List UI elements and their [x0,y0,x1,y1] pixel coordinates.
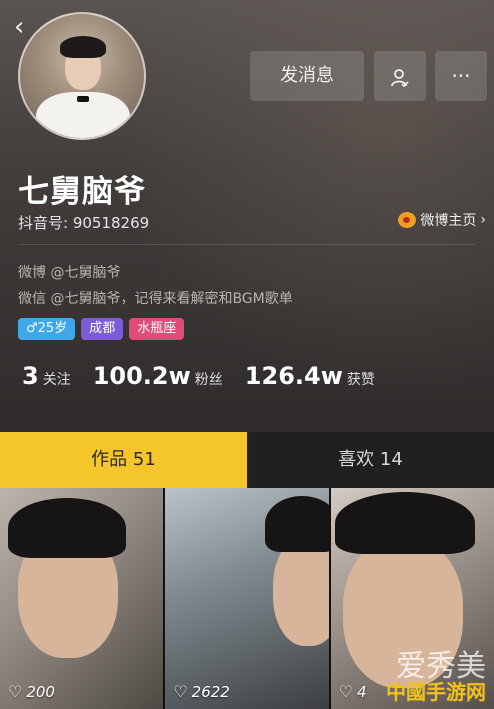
tag-age: ♂25岁 [18,318,76,340]
content-tabs: 作品 51 喜欢 14 [0,432,494,488]
weibo-link-label: 微博主页 [420,213,477,229]
divider [18,244,476,245]
video-grid: ♡ 200 ♡ 2622 ♡ 4 爱秀美 中國手游网 [0,488,494,709]
profile-tags: ♂25岁 成都 水瓶座 [18,318,185,340]
tab-works[interactable]: 作品 51 [0,432,247,488]
heart-icon: ♡ [173,682,188,701]
video-thumbnail[interactable]: ♡ 2622 [165,488,329,709]
video-likes: ♡ 200 [8,682,55,701]
avatar[interactable] [18,12,146,140]
weibo-homepage-link[interactable]: 微博主页 › [398,210,486,230]
bio-line: 微信 @七舅脑爷，记得来看解密和BGM歌单 [18,291,293,307]
likes-label: 获赞 [346,372,375,388]
profile-name: 七舅脑爷 [18,174,146,210]
send-message-button[interactable]: 发消息 [250,51,364,101]
video-thumbnail[interactable]: ♡ 200 [0,488,164,709]
following-label[interactable]: 关注 [43,369,71,389]
tag-city: 成都 [81,318,124,340]
weibo-icon [398,212,417,228]
heart-icon: ♡ [338,682,353,701]
fans-label[interactable]: 粉丝 [195,369,223,389]
user-check-icon [391,68,409,87]
tag-zodiac: 水瓶座 [129,318,185,340]
likes-count: 126.4w [244,362,343,390]
more-dots-icon: ··· [451,64,471,88]
follow-button[interactable] [374,51,426,101]
video-thumbnail[interactable]: ♡ 4 爱秀美 中國手游网 [330,488,494,709]
video-likes: ♡ 2622 [173,682,230,701]
video-likes: ♡ 4 [338,682,367,701]
following-count[interactable]: 3 [22,362,39,390]
tab-likes[interactable]: 喜欢 14 [247,432,494,488]
heart-icon: ♡ [8,682,23,701]
douyin-id: 抖音号: 90518269 [18,214,150,232]
watermark: 爱秀美 中國手游网 [385,648,486,704]
profile-stats: 3 关注 100.2w 粉丝 126.4w 获赞 [22,362,397,390]
more-button[interactable]: ··· [435,51,487,101]
bio-line: 微博 @七舅脑爷 [18,265,121,281]
fans-count[interactable]: 100.2w [93,362,191,390]
chevron-right-icon: › [480,212,486,228]
